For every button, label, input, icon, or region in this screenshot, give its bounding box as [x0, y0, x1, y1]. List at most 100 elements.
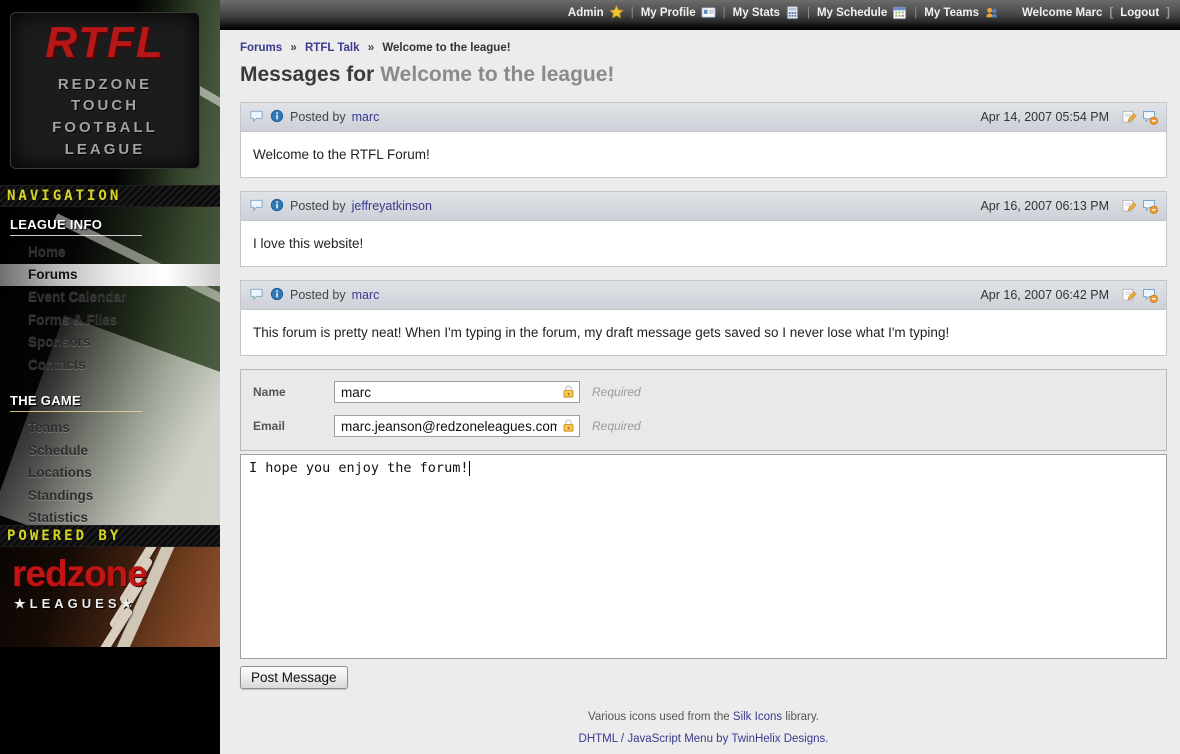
- topbar-my-teams-link[interactable]: My Teams: [924, 5, 999, 20]
- topbar-my-stats-link[interactable]: My Stats: [733, 5, 800, 20]
- app-window: RTFL REDZONE TOUCH FOOTBALL LEAGUE NAVIG…: [0, 0, 1180, 754]
- rtfl-logo[interactable]: RTFL REDZONE TOUCH FOOTBALL LEAGUE: [10, 12, 200, 169]
- welcome-user-text: Welcome Marc: [1022, 7, 1102, 19]
- posted-by-label: Posted by: [290, 199, 346, 213]
- sidebar-item-forms-files[interactable]: Forms & Files: [0, 309, 220, 332]
- delete-comment-icon[interactable]: [1142, 198, 1158, 214]
- forum-post: Posted by marc Apr 14, 2007 05:54 PM Wel…: [240, 102, 1167, 178]
- breadcrumb: Forums » RTFL Talk » Welcome to the leag…: [240, 42, 1167, 54]
- message-draft-text: I hope you enjoy the forum!: [249, 460, 468, 476]
- main-area: Admin | My Profile | My Stats | My Sched…: [220, 0, 1180, 754]
- sidebar-item-home[interactable]: Home: [0, 241, 220, 264]
- sidebar-item-standings[interactable]: Standings: [0, 485, 220, 508]
- post-header: Posted by jeffreyatkinson Apr 16, 2007 0…: [241, 192, 1166, 221]
- forum-post: Posted by jeffreyatkinson Apr 16, 2007 0…: [240, 191, 1167, 267]
- navigation-header: NAVIGATION: [0, 185, 220, 207]
- edit-post-icon[interactable]: [1122, 198, 1137, 214]
- sidebar-item-statistics[interactable]: Statistics: [0, 507, 220, 525]
- redzone-logo-title: redzone: [12, 555, 147, 592]
- sidebar-item-event-calendar[interactable]: Event Calendar: [0, 286, 220, 309]
- powered-by-header: POWERED BY: [0, 525, 220, 547]
- text-caret: [469, 461, 470, 476]
- calendar-icon: [892, 5, 907, 20]
- sidebar-filler: [0, 647, 220, 754]
- post-author-link[interactable]: jeffreyatkinson: [352, 199, 432, 213]
- post-body: I love this website!: [241, 221, 1166, 266]
- lock-icon: [561, 418, 576, 438]
- comment-bubble-icon: [249, 197, 264, 215]
- comment-bubble-icon: [249, 108, 264, 126]
- post-date: Apr 14, 2007 05:54 PM: [980, 110, 1109, 124]
- calculator-icon: [785, 5, 800, 20]
- sidebar-item-sponsors[interactable]: Sponsors: [0, 331, 220, 354]
- reply-form: Name Required Email Required: [240, 369, 1167, 451]
- sidebar-item-locations[interactable]: Locations: [0, 462, 220, 485]
- name-row: Name Required: [253, 381, 1154, 403]
- breadcrumb-forums-link[interactable]: Forums: [240, 42, 282, 54]
- logout-button[interactable]: Logout: [1120, 7, 1159, 19]
- topbar-my-schedule-link[interactable]: My Schedule: [817, 5, 907, 20]
- footer-credit-separator: /: [621, 733, 624, 745]
- vcard-icon: [701, 5, 716, 20]
- post-body: This forum is pretty neat! When I'm typi…: [241, 310, 1166, 355]
- forum-post: Posted by marc Apr 16, 2007 06:42 PM Thi…: [240, 280, 1167, 356]
- footer-icons-credit: Various icons used from the Silk Icons l…: [240, 711, 1167, 723]
- breadcrumb-rtfl-talk-link[interactable]: RTFL Talk: [305, 42, 360, 54]
- javascript-menu-link[interactable]: JavaScript Menu: [627, 733, 713, 745]
- topbar-separator: |: [914, 7, 917, 19]
- sidebar-item-contacts[interactable]: Contacts: [0, 354, 220, 377]
- rtfl-logo-title: RTFL: [45, 21, 165, 65]
- breadcrumb-separator: »: [290, 42, 296, 54]
- sidebar-top-field-photo: RTFL REDZONE TOUCH FOOTBALL LEAGUE: [0, 0, 220, 185]
- sidebar-item-teams[interactable]: Teams: [0, 417, 220, 440]
- rtfl-logo-line: LEAGUE: [65, 139, 146, 161]
- footer-credit-by: by: [716, 733, 728, 745]
- footer-menu-credit: DHTML / JavaScript Menu by TwinHelix Des…: [240, 733, 1167, 745]
- sidebar-item-forums[interactable]: Forums: [0, 264, 220, 287]
- sidebar-nav: LEAGUE INFO Home Forums Event Calendar F…: [0, 207, 220, 525]
- post-header: Posted by marc Apr 16, 2007 06:42 PM: [241, 281, 1166, 310]
- content-area: Forums » RTFL Talk » Welcome to the leag…: [220, 30, 1180, 754]
- post-body: Welcome to the RTFL Forum!: [241, 132, 1166, 177]
- post-header: Posted by marc Apr 14, 2007 05:54 PM: [241, 103, 1166, 132]
- rtfl-logo-line: TOUCH: [71, 95, 139, 117]
- posted-by-label: Posted by: [290, 110, 346, 124]
- sidebar-item-schedule[interactable]: Schedule: [0, 440, 220, 463]
- topbar-separator: |: [631, 7, 634, 19]
- topbar-admin-link[interactable]: Admin: [568, 5, 624, 20]
- message-textarea[interactable]: I hope you enjoy the forum!: [240, 454, 1167, 659]
- delete-comment-icon[interactable]: [1142, 109, 1158, 125]
- topbar-my-profile-label: My Profile: [641, 7, 696, 19]
- name-field[interactable]: [334, 381, 580, 403]
- redzone-leagues-logo[interactable]: redzone ★LEAGUES★: [0, 547, 220, 647]
- email-field[interactable]: [334, 415, 580, 437]
- page-title-topic: Welcome to the league!: [380, 63, 614, 86]
- post-message-button[interactable]: Post Message: [240, 666, 348, 689]
- topbar: Admin | My Profile | My Stats | My Sched…: [220, 0, 1180, 30]
- post-author-link[interactable]: marc: [352, 110, 380, 124]
- silk-icons-link[interactable]: Silk Icons: [733, 711, 782, 723]
- topbar-separator: |: [723, 7, 726, 19]
- edit-post-icon[interactable]: [1122, 109, 1137, 125]
- info-icon[interactable]: [270, 287, 284, 304]
- redzone-logo-subtitle: ★LEAGUES★: [14, 596, 136, 612]
- page-title: Messages forWelcome to the league!: [240, 63, 1167, 87]
- required-hint: Required: [592, 385, 641, 399]
- topbar-admin-label: Admin: [568, 7, 604, 19]
- topbar-my-profile-link[interactable]: My Profile: [641, 5, 716, 20]
- topbar-my-stats-label: My Stats: [733, 7, 780, 19]
- name-label: Name: [253, 385, 334, 399]
- breadcrumb-current: Welcome to the league!: [382, 42, 510, 54]
- footer: Various icons used from the Silk Icons l…: [240, 711, 1167, 745]
- edit-post-icon[interactable]: [1122, 287, 1137, 303]
- dhtml-link[interactable]: DHTML: [579, 733, 618, 745]
- post-author-link[interactable]: marc: [352, 288, 380, 302]
- footer-icons-suffix: library.: [785, 711, 819, 723]
- breadcrumb-separator: »: [368, 42, 374, 54]
- email-row: Email Required: [253, 415, 1154, 437]
- delete-comment-icon[interactable]: [1142, 287, 1158, 303]
- star-icon: [609, 5, 624, 20]
- info-icon[interactable]: [270, 109, 284, 126]
- twinhelix-designs-link[interactable]: TwinHelix Designs.: [731, 733, 828, 745]
- info-icon[interactable]: [270, 198, 284, 215]
